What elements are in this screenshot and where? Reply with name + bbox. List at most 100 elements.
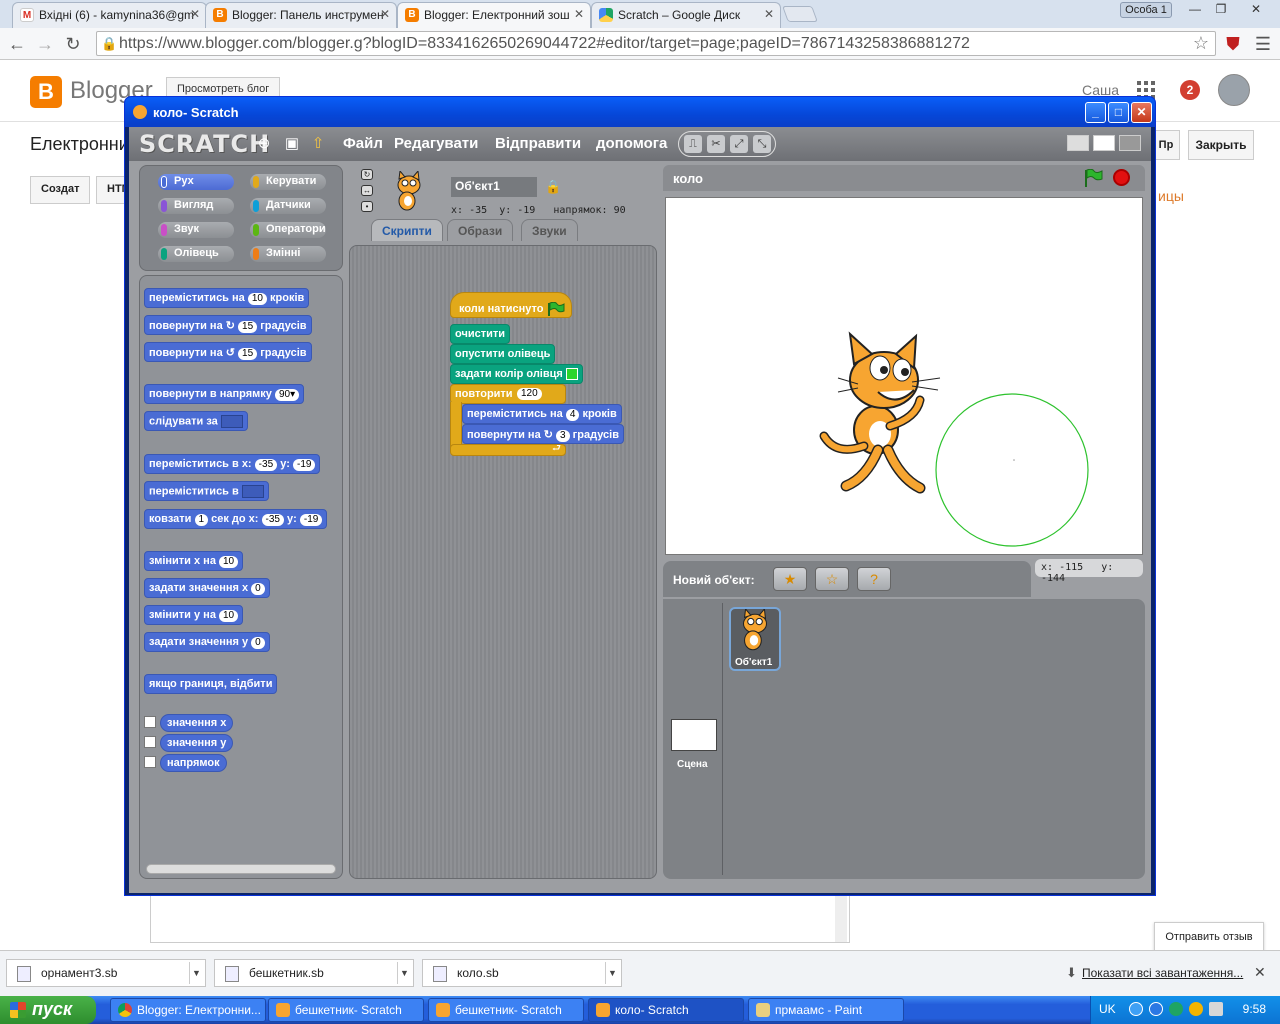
feedback-button[interactable]: Отправить отзыв (1154, 922, 1264, 952)
random-sprite-icon[interactable]: ? (857, 567, 891, 591)
category-variables[interactable]: Змінні (250, 246, 326, 262)
block-turn-right[interactable]: повернути на ↻ 15 градусів (144, 315, 312, 335)
tab-costumes[interactable]: Образи (447, 219, 514, 241)
lock-icon[interactable]: 🔒 (545, 179, 561, 195)
block-bounce[interactable]: якщо границя, відбити (144, 674, 278, 694)
close-icon[interactable]: ✕ (380, 7, 390, 21)
download-item[interactable]: коло.sb ▼ (422, 959, 622, 987)
network-icon[interactable] (1129, 1002, 1143, 1016)
profile-button[interactable]: Особа 1 (1120, 2, 1172, 18)
block-glide[interactable]: ковзати 1 сек до x: -35 y: -19 (144, 509, 328, 529)
stage-thumbnail[interactable] (671, 719, 717, 751)
download-item[interactable]: бешкетник.sb ▼ (214, 959, 414, 987)
no-rotate-icon[interactable]: • (361, 201, 373, 212)
reporter-direction[interactable]: напрямок (160, 754, 227, 772)
block-goto[interactable]: переміститись в (144, 481, 269, 501)
back-arrow-icon[interactable]: ← (6, 33, 28, 55)
grow-icon[interactable]: ⤢ (730, 135, 748, 153)
forward-arrow-icon[interactable]: → (34, 33, 56, 55)
window-titlebar[interactable]: коло- Scratch _ □ ✕ (125, 97, 1155, 127)
editor-scrollbar[interactable] (835, 896, 847, 942)
minimize-icon[interactable]: — (1182, 1, 1208, 17)
volume-icon[interactable] (1209, 1002, 1223, 1016)
category-motion[interactable]: Рух (158, 174, 234, 190)
reload-icon[interactable]: ↻ (62, 33, 84, 55)
menu-file[interactable]: Файл (343, 135, 383, 152)
scripts-area[interactable]: коли натиснуто очистити опустити олівець… (349, 245, 657, 879)
language-indicator[interactable]: UK (1099, 1002, 1116, 1016)
close-icon[interactable]: ✕ (574, 7, 584, 21)
notification-badge[interactable]: 2 (1180, 80, 1200, 100)
show-all-downloads-link[interactable]: Показати всі завантаження... (1082, 966, 1243, 980)
extension-icon[interactable]: ⛊ (1222, 33, 1244, 55)
start-button[interactable]: пуск (0, 996, 96, 1024)
flip-style-icon[interactable]: ↔ (361, 185, 373, 196)
delete-icon[interactable]: ✂ (707, 135, 725, 153)
block-point-direction[interactable]: повернути в напрямку 90▾ (144, 384, 305, 404)
menu-edit[interactable]: Редагувати (394, 135, 478, 152)
menu-share[interactable]: Відправити (495, 135, 581, 152)
post-title[interactable]: Електронни (30, 134, 129, 155)
presentation-mode-icon[interactable] (1119, 135, 1141, 151)
chevron-down-icon[interactable]: ▼ (397, 962, 411, 984)
stop-icon[interactable] (1113, 169, 1130, 186)
block-change-y[interactable]: змінити у на 10 (144, 605, 244, 625)
dropdown[interactable] (220, 415, 243, 428)
small-stage-icon[interactable] (1067, 135, 1089, 151)
tab-compose[interactable]: Создат (30, 176, 91, 204)
close-icon[interactable]: ✕ (1254, 964, 1266, 981)
block-set-pen-color[interactable]: задати колір олівця (450, 364, 583, 384)
tab-google-drive[interactable]: Scratch – Google Диск ✕ (591, 2, 781, 28)
post-editor-area[interactable] (150, 895, 850, 943)
duplicate-icon[interactable]: ⎍ (684, 135, 702, 153)
shrink-icon[interactable]: ⤡ (753, 135, 771, 153)
paint-sprite-icon[interactable]: ★ (773, 567, 807, 591)
category-sensing[interactable]: Датчики (250, 198, 326, 214)
block-clear[interactable]: очистити (450, 324, 511, 344)
reporter-y-position[interactable]: значення у (160, 734, 234, 752)
close-icon[interactable]: ✕ (1131, 102, 1152, 123)
new-tab-button[interactable] (782, 6, 818, 22)
bookmark-star-icon[interactable]: ☆ (1193, 33, 1209, 54)
chevron-down-icon[interactable]: ▼ (605, 962, 619, 984)
block-turn[interactable]: повернути на ↻ 3 градусів (462, 424, 624, 444)
tab-gmail[interactable]: M Вхідні (6) - kamynina36@gm ✕ (12, 2, 207, 28)
globe-icon[interactable]: ⊕ (255, 135, 273, 153)
checkbox-y-position[interactable] (144, 736, 156, 748)
block-set-y[interactable]: задати значення у 0 (144, 632, 270, 652)
taskbar-item[interactable]: Blogger: Електронни... (110, 998, 266, 1022)
category-control[interactable]: Керувати (250, 174, 326, 190)
choose-sprite-icon[interactable]: ☆ (815, 567, 849, 591)
block-when-flag-clicked[interactable]: коли натиснуто (450, 292, 572, 318)
taskbar-item[interactable]: прмаамс - Paint (748, 998, 904, 1022)
checkbox-x-position[interactable] (144, 716, 156, 728)
avatar[interactable] (1218, 74, 1250, 106)
block-pen-down[interactable]: опустити олівець (450, 344, 556, 364)
normal-stage-icon[interactable] (1093, 135, 1115, 151)
preview-button[interactable]: Пр (1152, 130, 1180, 160)
update-icon[interactable] (1189, 1002, 1203, 1016)
stage-canvas[interactable] (665, 197, 1143, 555)
share-icon[interactable]: ⇧ (309, 135, 327, 153)
tab-sounds[interactable]: Звуки (521, 219, 578, 241)
menu-help[interactable]: допомога (596, 135, 667, 152)
download-item[interactable]: орнамент3.sb ▼ (6, 959, 206, 987)
tab-blogger-panel[interactable]: B Blogger: Панель инструмен ✕ (205, 2, 397, 28)
menu-icon[interactable]: ☰ (1252, 33, 1274, 55)
scratch-cat-sprite[interactable] (819, 331, 941, 494)
taskbar-item[interactable]: коло- Scratch (588, 998, 744, 1022)
dropdown[interactable] (241, 485, 264, 498)
reporter-x-position[interactable]: значення х (160, 714, 234, 732)
block-change-x[interactable]: змінити х на 10 (144, 551, 244, 571)
tab-blogger-editor[interactable]: B Blogger: Електронний зош ✕ (397, 2, 591, 28)
category-looks[interactable]: Вигляд (158, 198, 234, 214)
color-swatch[interactable] (565, 368, 578, 381)
skype-icon[interactable] (1149, 1002, 1163, 1016)
green-flag-icon[interactable] (1083, 169, 1103, 187)
sprite-name-field[interactable]: Об'єкт1 (451, 177, 537, 197)
block-move-steps[interactable]: переміститись на 10 кроків (144, 288, 310, 308)
save-icon[interactable]: ▣ (283, 135, 301, 153)
address-bar[interactable]: 🔒 https://www.blogger.com/blogger.g?blog… (96, 31, 1216, 56)
block-repeat[interactable]: повторити 120 (450, 384, 566, 404)
minimize-icon[interactable]: _ (1085, 102, 1106, 123)
